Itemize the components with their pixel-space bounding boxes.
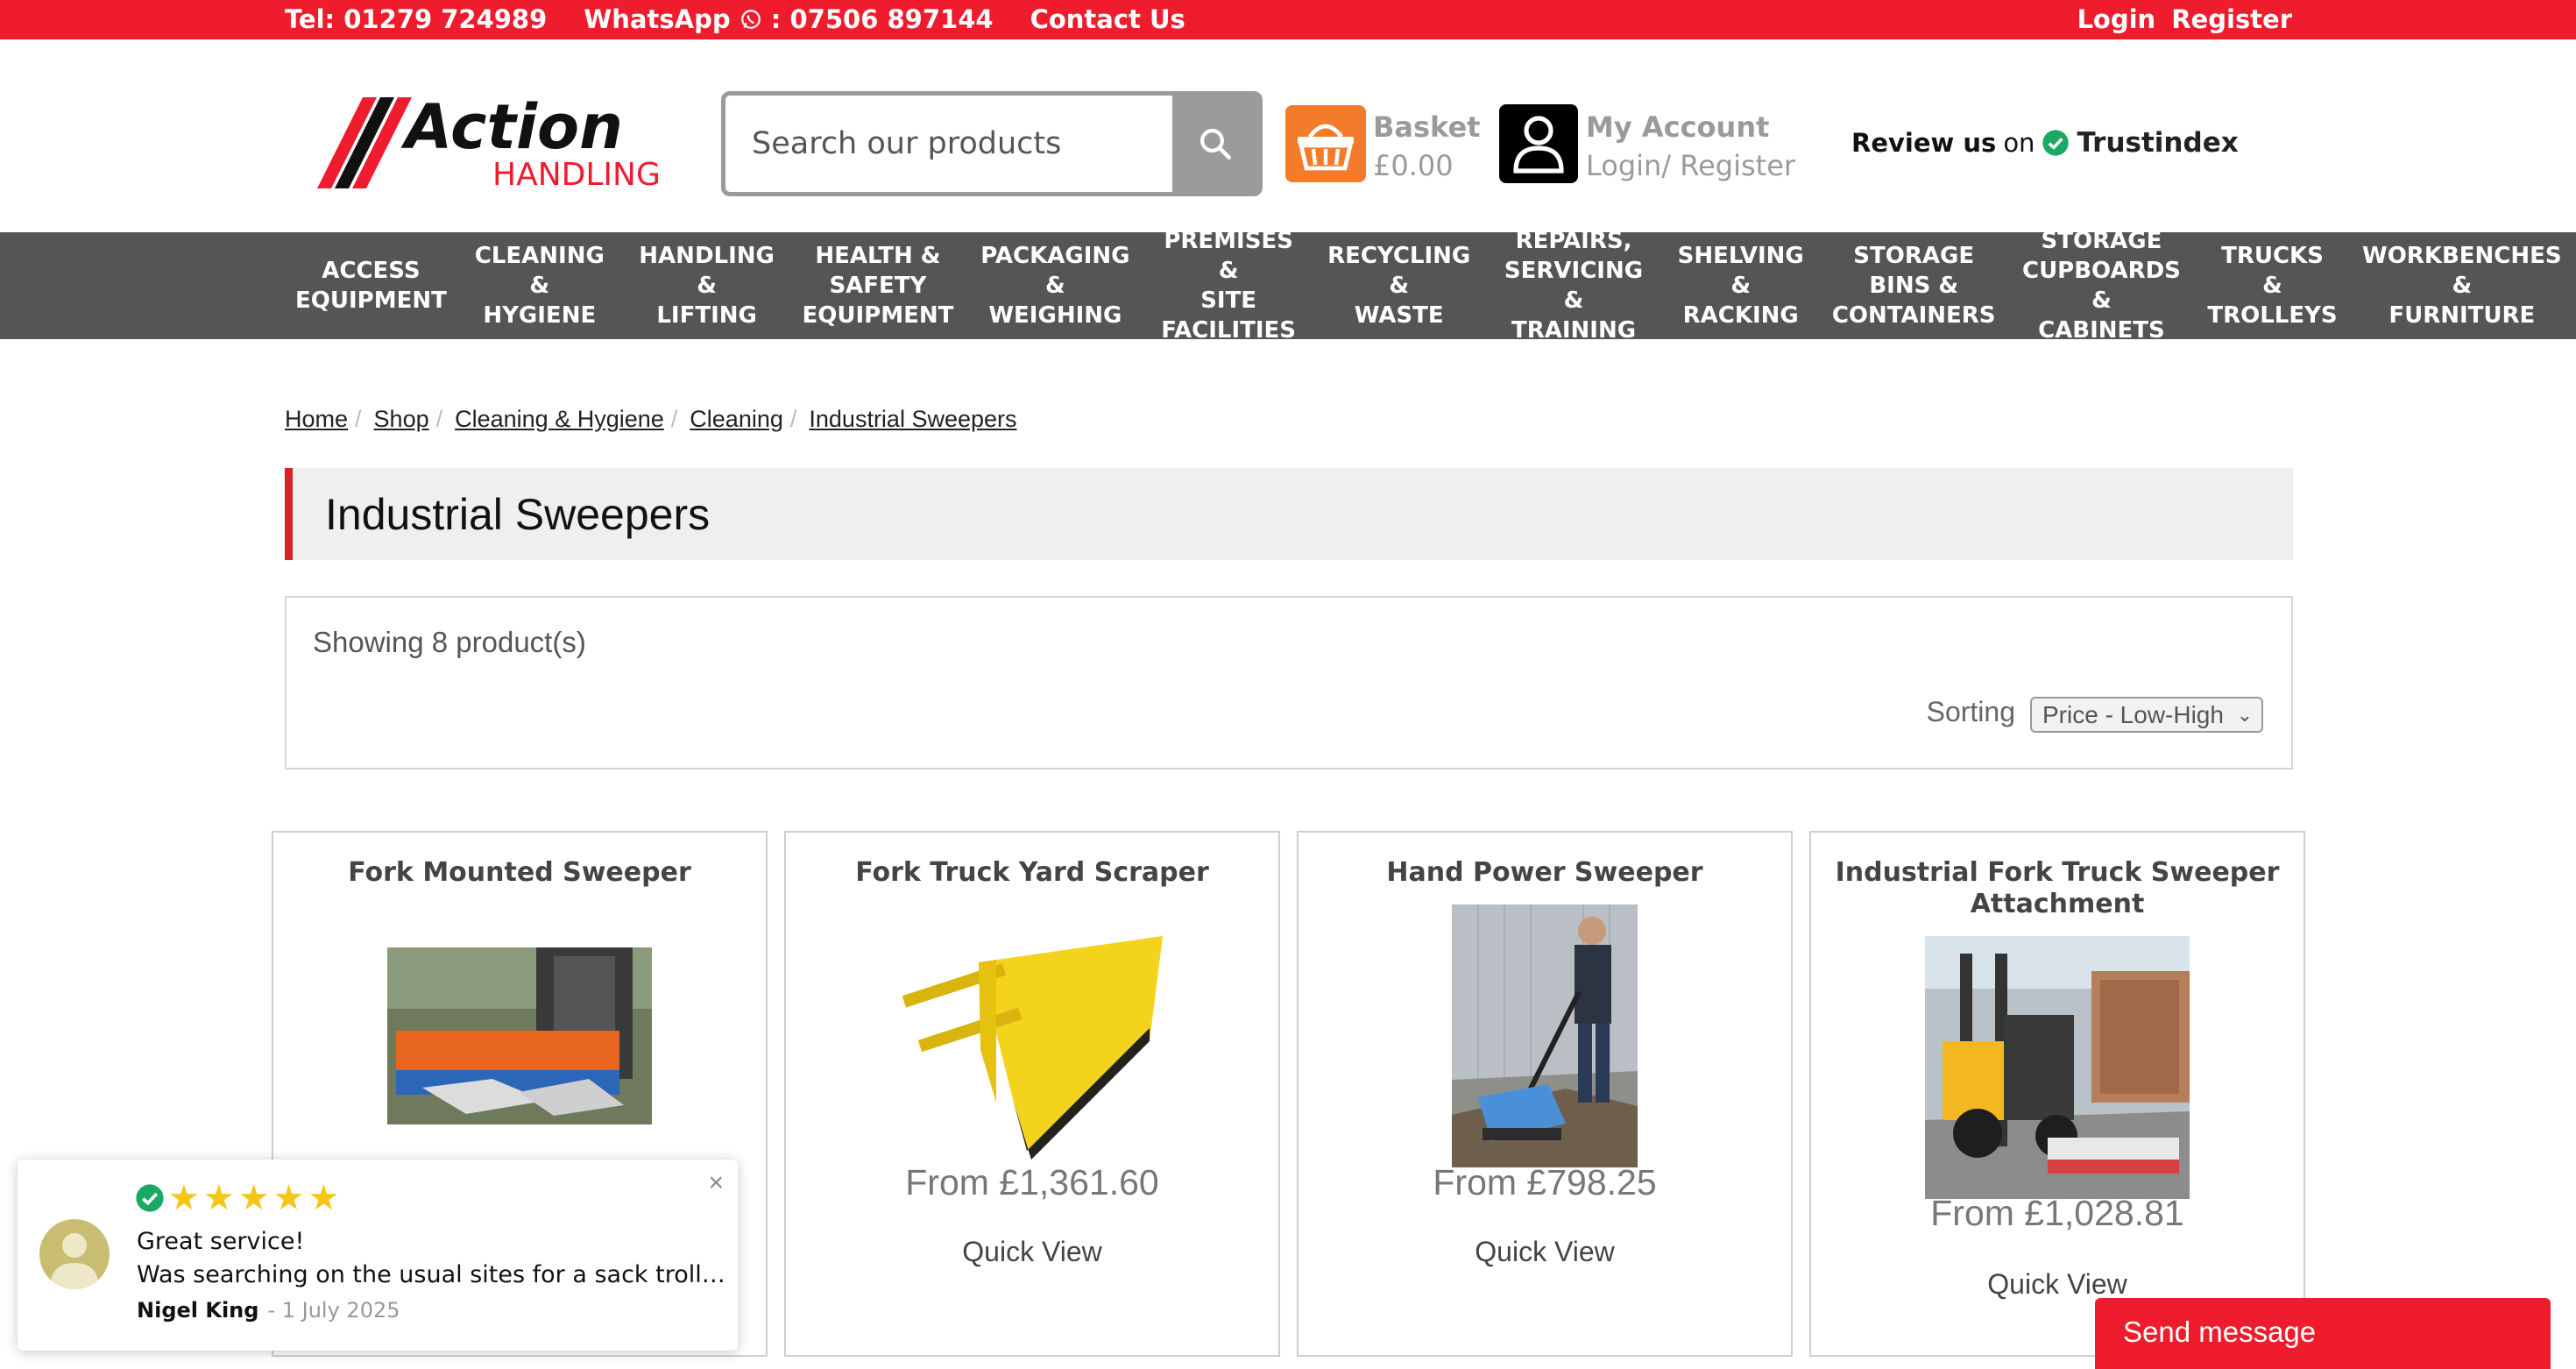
product-card[interactable]: Fork Truck Yard Scraper From £1,361.60 Q… bbox=[784, 831, 1280, 1357]
product-image[interactable] bbox=[1925, 936, 2190, 1199]
page-title-bar: Industrial Sweepers bbox=[285, 468, 2293, 560]
basket-summary[interactable]: Basket £0.00 bbox=[1373, 108, 1480, 185]
logo-word-handling: HANDLING bbox=[492, 157, 661, 193]
star-rating: ★ ★ ★ ★ ★ bbox=[135, 1181, 339, 1216]
action-handling-logo[interactable]: Action HANDLING bbox=[317, 94, 676, 195]
site-header: Action HANDLING Basket £0.00 My Account … bbox=[0, 39, 2576, 232]
search-box bbox=[721, 91, 1263, 196]
search-input[interactable] bbox=[725, 96, 1172, 192]
contact-us-link[interactable]: Contact Us bbox=[1030, 4, 1185, 34]
basket-icon bbox=[1298, 124, 1354, 171]
star-icon: ★ bbox=[168, 1179, 200, 1217]
breadcrumb-industrial-sweepers[interactable]: Industrial Sweepers bbox=[809, 406, 1016, 433]
star-icon: ★ bbox=[237, 1179, 270, 1217]
sort-label: Sorting bbox=[1926, 696, 2015, 727]
search-icon bbox=[1200, 129, 1232, 160]
search-button[interactable] bbox=[1172, 96, 1258, 192]
product-card[interactable]: Industrial Fork Truck Sweeper Attachment… bbox=[1809, 831, 2305, 1357]
chevron-down-icon: ⌄ bbox=[2236, 704, 2253, 726]
send-message-button[interactable]: Send message bbox=[2095, 1298, 2551, 1369]
nav-repairs-servicing[interactable]: REPAIRS, SERVICING & TRAINING bbox=[1487, 226, 1660, 345]
whatsapp-icon bbox=[740, 10, 761, 29]
product-image[interactable] bbox=[1452, 904, 1638, 1167]
product-card[interactable]: Hand Power Sweeper From £798.25 Quick Vi… bbox=[1297, 831, 1793, 1357]
review-author: Nigel King - 1 July 2025 bbox=[137, 1298, 400, 1323]
nav-packaging-weighing[interactable]: PACKAGING & WEIGHING bbox=[964, 241, 1146, 330]
breadcrumb-cleaning[interactable]: Cleaning bbox=[690, 406, 783, 433]
product-price: From £1,361.60 bbox=[905, 1162, 1159, 1202]
top-bar: Tel: 01279 724989 WhatsApp : 07506 89714… bbox=[0, 0, 2576, 39]
review-prefix: Review us bbox=[1851, 128, 1997, 158]
nav-health-safety[interactable]: HEALTH & SAFETY EQUIPMENT bbox=[791, 241, 964, 330]
nav-storage-cupboards[interactable]: STORAGE CUPBOARDS & CABINETS bbox=[2006, 226, 2197, 345]
nav-shelving-racking[interactable]: SHELVING & RACKING bbox=[1660, 241, 1822, 330]
star-icon: ★ bbox=[202, 1179, 235, 1217]
whatsapp-link[interactable]: WhatsApp : 07506 897144 bbox=[584, 4, 993, 34]
login-link[interactable]: Login bbox=[2077, 4, 2155, 34]
review-author-name: Nigel King bbox=[137, 1298, 259, 1323]
breadcrumb-shop[interactable]: Shop bbox=[374, 406, 429, 433]
nav-recycling-waste[interactable]: RECYCLING & WASTE bbox=[1311, 241, 1488, 330]
quick-view-button[interactable]: Quick View bbox=[1811, 1268, 2304, 1301]
account-sub: Login/ Register bbox=[1586, 149, 1796, 182]
product-name[interactable]: Hand Power Sweeper bbox=[1316, 857, 1773, 889]
phone-link[interactable]: Tel: 01279 724989 bbox=[285, 4, 547, 34]
product-price: From £1,028.81 bbox=[1930, 1193, 2184, 1233]
trustindex-check-icon bbox=[2042, 130, 2070, 156]
breadcrumb-home[interactable]: Home bbox=[285, 406, 348, 433]
sort-value: Price - Low-High bbox=[2042, 701, 2224, 728]
product-count: Showing 8 product(s) bbox=[313, 626, 586, 658]
star-icon: ★ bbox=[308, 1179, 340, 1217]
trustindex-review-link[interactable]: Review us on Trustindex bbox=[1851, 127, 2239, 159]
review-on: on bbox=[2003, 128, 2035, 158]
account-button[interactable] bbox=[1499, 104, 1578, 183]
main-navigation: ACCESS EQUIPMENT CLEANING & HYGIENE HAND… bbox=[0, 228, 2576, 344]
review-popup[interactable]: × ★ ★ ★ ★ ★ Great service! Was searching… bbox=[18, 1160, 738, 1351]
product-name[interactable]: Fork Truck Yard Scraper bbox=[803, 857, 1261, 889]
avatar bbox=[39, 1219, 110, 1289]
breadcrumb-cleaning-hygiene[interactable]: Cleaning & Hygiene bbox=[455, 406, 664, 433]
review-date: - 1 July 2025 bbox=[267, 1298, 400, 1323]
nav-access-equipment[interactable]: ACCESS EQUIPMENT bbox=[285, 256, 457, 316]
star-icon: ★ bbox=[272, 1179, 305, 1217]
account-label: My Account bbox=[1586, 110, 1770, 144]
product-image[interactable] bbox=[900, 927, 1164, 1169]
product-name[interactable]: Fork Mounted Sweeper bbox=[291, 857, 748, 889]
product-image[interactable] bbox=[387, 947, 652, 1124]
quick-view-button[interactable]: Quick View bbox=[786, 1236, 1278, 1268]
logo-word-action: Action bbox=[400, 94, 623, 163]
account-summary[interactable]: My Account Login/ Register bbox=[1586, 108, 1795, 185]
user-icon bbox=[1513, 116, 1564, 174]
basket-label: Basket bbox=[1373, 110, 1481, 144]
review-body: Was searching on the usual sites for a s… bbox=[137, 1261, 732, 1288]
quick-view-button[interactable]: Quick View bbox=[1299, 1236, 1791, 1268]
sort-select[interactable]: Price - Low-High ⌄ bbox=[2030, 697, 2263, 733]
nav-cleaning-hygiene[interactable]: CLEANING & HYGIENE bbox=[457, 241, 622, 330]
nav-storage-bins[interactable]: STORAGE BINS & CONTAINERS bbox=[1822, 241, 2006, 330]
close-icon[interactable]: × bbox=[708, 1168, 724, 1198]
nav-workbenches-furniture[interactable]: WORKBENCHES & FURNITURE bbox=[2348, 241, 2576, 330]
listing-toolbar: Showing 8 product(s) Sorting Price - Low… bbox=[285, 596, 2293, 770]
page-title: Industrial Sweepers bbox=[325, 490, 711, 539]
register-link[interactable]: Register bbox=[2171, 4, 2292, 34]
product-price: From £798.25 bbox=[1433, 1162, 1657, 1202]
nav-premises-site[interactable]: PREMISES & SITE FACILITIES bbox=[1146, 226, 1310, 345]
breadcrumb: Home / Shop / Cleaning & Hygiene / Cleaning… bbox=[285, 406, 1017, 433]
nav-handling-lifting[interactable]: HANDLING & LIFTING bbox=[622, 241, 792, 330]
product-name[interactable]: Industrial Fork Truck Sweeper Attachment bbox=[1829, 857, 2286, 920]
basket-button[interactable] bbox=[1285, 105, 1366, 182]
nav-trucks-trolleys[interactable]: TRUCKS & TROLLEYS bbox=[2197, 241, 2347, 330]
basket-total: £0.00 bbox=[1373, 149, 1454, 182]
trustindex-brand: Trustindex bbox=[2077, 127, 2239, 159]
review-headline: Great service! bbox=[137, 1228, 305, 1255]
avatar-icon bbox=[50, 1233, 99, 1289]
verified-check-icon bbox=[136, 1184, 164, 1212]
